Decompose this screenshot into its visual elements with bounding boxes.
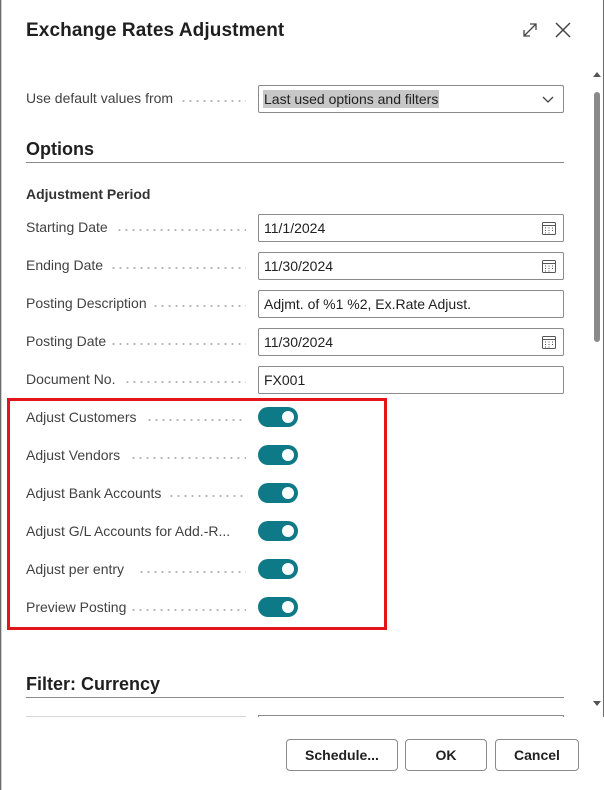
calendar-icon[interactable] [541, 334, 557, 350]
toggle-row: Adjust G/L Accounts for Add.-R... [26, 518, 564, 546]
section-divider [26, 162, 564, 163]
leader-dots [110, 267, 246, 269]
default-values-select[interactable]: Last used options and filters [258, 85, 564, 113]
adjustment-period-heading: Adjustment Period [26, 186, 151, 202]
document-no-row: Document No. FX001 [26, 366, 564, 394]
title-bar: Exchange Rates Adjustment [2, 0, 604, 62]
leader-dots [152, 305, 246, 307]
default-values-label: Use default values from [26, 90, 174, 106]
ending-date-row: Ending Date 11/30/2024 [26, 252, 564, 280]
adjust-gl-accounts-label: Adjust G/L Accounts for Add.-R... [26, 523, 231, 539]
options-section-title[interactable]: Options [26, 139, 564, 160]
ending-date-input[interactable]: 11/30/2024 [258, 252, 564, 280]
leader-dots [110, 343, 246, 345]
toggle-row: Adjust per entry [26, 556, 564, 584]
expand-icon[interactable] [520, 20, 540, 40]
leader-dots [116, 229, 246, 231]
posting-date-value: 11/30/2024 [264, 334, 334, 350]
leader-dots [138, 571, 246, 573]
leader-dots [180, 100, 246, 102]
posting-description-input[interactable]: Adjmt. of %1 %2, Ex.Rate Adjust. [258, 290, 564, 318]
chevron-down-icon [542, 96, 554, 103]
toggle-knob [282, 487, 294, 499]
adjust-customers-toggle[interactable] [258, 407, 298, 427]
adjust-gl-accounts-toggle[interactable] [258, 521, 298, 541]
toggle-row: Adjust Customers [26, 404, 564, 432]
default-values-value: Last used options and filters [263, 90, 440, 108]
leader-dots [124, 381, 246, 383]
preview-posting-label: Preview Posting [26, 599, 127, 615]
toggle-row: Adjust Vendors [26, 442, 564, 470]
ending-date-label: Ending Date [26, 257, 104, 273]
calendar-icon[interactable] [541, 258, 557, 274]
leader-dots [168, 495, 246, 497]
toggle-knob [282, 563, 294, 575]
toggle-row: Adjust Bank Accounts [26, 480, 564, 508]
starting-date-row: Starting Date 11/1/2024 [26, 214, 564, 242]
toggle-knob [282, 449, 294, 461]
cancel-button[interactable]: Cancel [495, 739, 579, 771]
ending-date-value: 11/30/2024 [264, 258, 334, 274]
schedule-button[interactable]: Schedule... [286, 739, 398, 771]
adjust-bank-accounts-toggle[interactable] [258, 483, 298, 503]
preview-posting-toggle[interactable] [258, 597, 298, 617]
exchange-rates-adjustment-dialog: Exchange Rates Adjustment Use default va… [1, 0, 604, 790]
dialog-content: Use default values from Last used option… [2, 62, 590, 717]
ok-button[interactable]: OK [405, 739, 487, 771]
posting-description-value: Adjmt. of %1 %2, Ex.Rate Adjust. [264, 296, 471, 312]
toggle-knob [282, 525, 294, 537]
toggle-knob [282, 601, 294, 613]
adjust-customers-label: Adjust Customers [26, 409, 137, 425]
leader-dots [130, 609, 246, 611]
posting-date-input[interactable]: 11/30/2024 [258, 328, 564, 356]
starting-date-input[interactable]: 11/1/2024 [258, 214, 564, 242]
toggle-knob [282, 411, 294, 423]
posting-date-row: Posting Date 11/30/2024 [26, 328, 564, 356]
document-no-input[interactable]: FX001 [258, 366, 564, 394]
toggle-row: Preview Posting [26, 594, 564, 622]
starting-date-value: 11/1/2024 [264, 220, 326, 236]
document-no-label: Document No. [26, 371, 116, 387]
adjust-per-entry-label: Adjust per entry [26, 561, 125, 577]
scroll-up-icon[interactable] [592, 70, 602, 80]
document-no-value: FX001 [264, 372, 306, 388]
section-divider [26, 697, 564, 698]
scroll-thumb[interactable] [594, 92, 600, 342]
default-values-row: Use default values from Last used option… [26, 85, 564, 113]
adjust-vendors-toggle[interactable] [258, 445, 298, 465]
posting-description-row: Posting Description Adjmt. of %1 %2, Ex.… [26, 290, 564, 318]
adjust-per-entry-toggle[interactable] [258, 559, 298, 579]
dialog-title: Exchange Rates Adjustment [26, 20, 285, 41]
dialog-footer: Schedule... OK Cancel [2, 717, 604, 790]
filter-currency-title[interactable]: Filter: Currency [26, 674, 564, 695]
calendar-icon[interactable] [541, 220, 557, 236]
close-icon[interactable] [553, 20, 573, 40]
leader-dots [130, 457, 246, 459]
leader-dots [146, 419, 246, 421]
posting-description-label: Posting Description [26, 295, 147, 311]
posting-date-label: Posting Date [26, 333, 107, 349]
starting-date-label: Starting Date [26, 219, 108, 235]
scroll-down-icon[interactable] [592, 698, 602, 708]
adjust-bank-accounts-label: Adjust Bank Accounts [26, 485, 162, 501]
vertical-scrollbar[interactable] [590, 62, 604, 717]
adjust-vendors-label: Adjust Vendors [26, 447, 121, 463]
